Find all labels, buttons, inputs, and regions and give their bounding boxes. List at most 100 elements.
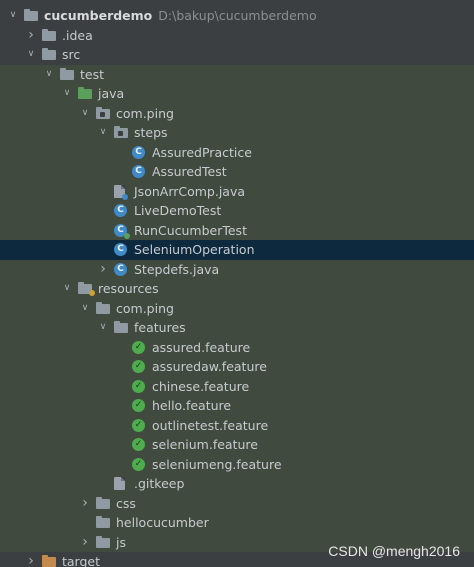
tree-row-label: resources [98, 279, 159, 299]
tree-row-label: outlinetest.feature [152, 416, 268, 436]
tree-row-text: outlinetest.feature [152, 417, 269, 433]
tree-row-text: Stepdefs.java [134, 261, 220, 277]
chevron-down-icon[interactable]: ∨ [60, 84, 74, 104]
folder-icon [96, 516, 110, 528]
chevron-down-icon[interactable]: ∨ [24, 45, 38, 65]
tree-row-label: RunCucumberTest [134, 221, 247, 241]
tree-row-text: JsonArrComp.java [134, 183, 246, 199]
tree-row-text: js [116, 534, 126, 550]
project-tree[interactable]: ∨ cucumberdemo D:\bakup\cucumberdemo › .idea… [0, 0, 474, 567]
java-class-icon: C [132, 145, 145, 159]
text-file-icon [114, 477, 125, 490]
tree-row[interactable]: C RunCucumberTest [0, 220, 474, 241]
tree-row-label: chinese.feature [152, 377, 249, 397]
tree-row-label: hellocucumber [116, 513, 209, 533]
tree-row[interactable]: ∨ java [0, 84, 474, 104]
tree-row-text: SeleniumOperation [134, 242, 255, 257]
tree-row-label: selenium.feature [152, 435, 258, 455]
feature-file-icon: ✓ [132, 379, 145, 393]
tree-row-label: features [134, 318, 186, 338]
tree-row[interactable]: hellocucumber [0, 513, 474, 533]
tree-row-label: cucumberdemo D:\bakup\cucumberdemo [44, 6, 317, 26]
chevron-right-icon[interactable]: › [24, 552, 38, 567]
tree-row-label: JsonArrComp.java [134, 182, 245, 202]
folder-icon [60, 67, 74, 80]
tree-row[interactable]: ✓ seleniumeng.feature [0, 454, 474, 474]
tree-row[interactable]: ✓ hello.feature [0, 396, 474, 416]
tree-row[interactable]: ∨ steps [0, 123, 474, 143]
tree-row-text: com.ping [116, 105, 174, 121]
feature-file-icon: ✓ [132, 418, 145, 432]
chevron-right-icon[interactable]: › [78, 494, 92, 514]
feature-file-icon: ✓ [132, 340, 145, 354]
tree-row-label: steps [134, 123, 168, 143]
folder-icon [96, 496, 110, 509]
feature-file-icon: ✓ [132, 457, 145, 471]
tree-row-label: .idea [62, 26, 93, 46]
test-class-icon: C [114, 223, 130, 239]
tree-row[interactable]: C LiveDemoTest [0, 201, 474, 221]
chevron-down-icon[interactable]: ∨ [96, 123, 110, 143]
tree-row[interactable]: .gitkeep [0, 474, 474, 494]
tree-row-label: com.ping [116, 299, 174, 319]
java-file-icon [114, 184, 128, 200]
tree-row[interactable]: ∨ features [0, 318, 474, 338]
tree-row[interactable]: ✓ assuredaw.feature [0, 357, 474, 377]
java-class-icon: C [114, 243, 127, 256]
tree-row-text: LiveDemoTest [134, 203, 222, 218]
tree-row[interactable]: › C Stepdefs.java [0, 259, 474, 280]
chevron-right-icon[interactable]: › [78, 533, 92, 553]
feature-file-icon: ✓ [132, 438, 145, 451]
tree-row[interactable]: C AssuredTest [0, 162, 474, 182]
tree-row[interactable]: JsonArrComp.java [0, 181, 474, 202]
tree-row-label: LiveDemoTest [134, 201, 221, 221]
chevron-right-icon[interactable]: › [24, 26, 38, 46]
tree-row-label: SeleniumOperation [134, 240, 255, 260]
tree-row[interactable]: ∨ test [0, 64, 474, 85]
tree-row[interactable]: ∨ cucumberdemo D:\bakup\cucumberdemo [0, 6, 474, 26]
folder-icon [96, 301, 110, 314]
tree-row[interactable]: ✓ selenium.feature [0, 435, 474, 455]
tree-row[interactable]: ∨ src [0, 45, 474, 65]
tree-row-text: assured.feature [152, 339, 251, 355]
test-source-folder-icon [78, 87, 92, 99]
tree-row[interactable]: ∨ com.ping [0, 103, 474, 124]
excluded-folder-icon [42, 555, 56, 567]
tree-row-label: css [116, 494, 136, 514]
package-icon [114, 126, 128, 138]
tree-row-text: chinese.feature [152, 378, 250, 394]
tree-row-text: target [62, 554, 101, 567]
chevron-down-icon[interactable]: ∨ [78, 104, 92, 124]
feature-file-icon: ✓ [132, 399, 145, 412]
chevron-down-icon[interactable]: ∨ [6, 6, 20, 26]
project-path: D:\bakup\cucumberdemo [158, 8, 317, 23]
watermark: CSDN @mengh2016 [328, 543, 460, 559]
chevron-down-icon[interactable]: ∨ [42, 65, 56, 85]
tree-row-text: java [98, 86, 125, 101]
folder-icon [96, 535, 110, 548]
tree-row[interactable]: ✓ assured.feature [0, 337, 474, 358]
chevron-down-icon[interactable]: ∨ [96, 318, 110, 338]
tree-row-label: assuredaw.feature [152, 357, 267, 377]
tree-row[interactable]: › .idea [0, 25, 474, 46]
chevron-down-icon[interactable]: ∨ [60, 279, 74, 299]
tree-row[interactable]: C SeleniumOperation [0, 240, 474, 260]
resources-folder-icon [78, 282, 95, 296]
tree-row-text: AssuredPractice [152, 144, 252, 160]
tree-row[interactable]: ✓ outlinetest.feature [0, 415, 474, 436]
feature-file-icon: ✓ [132, 360, 145, 373]
java-class-icon: C [132, 165, 145, 178]
tree-row-label: .gitkeep [134, 474, 184, 494]
chevron-right-icon[interactable]: › [96, 260, 110, 280]
chevron-down-icon[interactable]: ∨ [78, 299, 92, 319]
tree-row-text: .idea [62, 27, 93, 43]
tree-row[interactable]: C AssuredPractice [0, 142, 474, 162]
tree-row-text: assuredaw.feature [152, 359, 267, 374]
tree-row[interactable]: › css [0, 493, 474, 514]
tree-row[interactable]: ✓ chinese.feature [0, 376, 474, 397]
tree-row-text: resources [98, 281, 159, 296]
tree-row[interactable]: ∨ com.ping [0, 298, 474, 319]
tree-row-label: assured.feature [152, 338, 250, 358]
tree-row[interactable]: ∨ resources [0, 279, 474, 299]
folder-icon [42, 28, 56, 41]
